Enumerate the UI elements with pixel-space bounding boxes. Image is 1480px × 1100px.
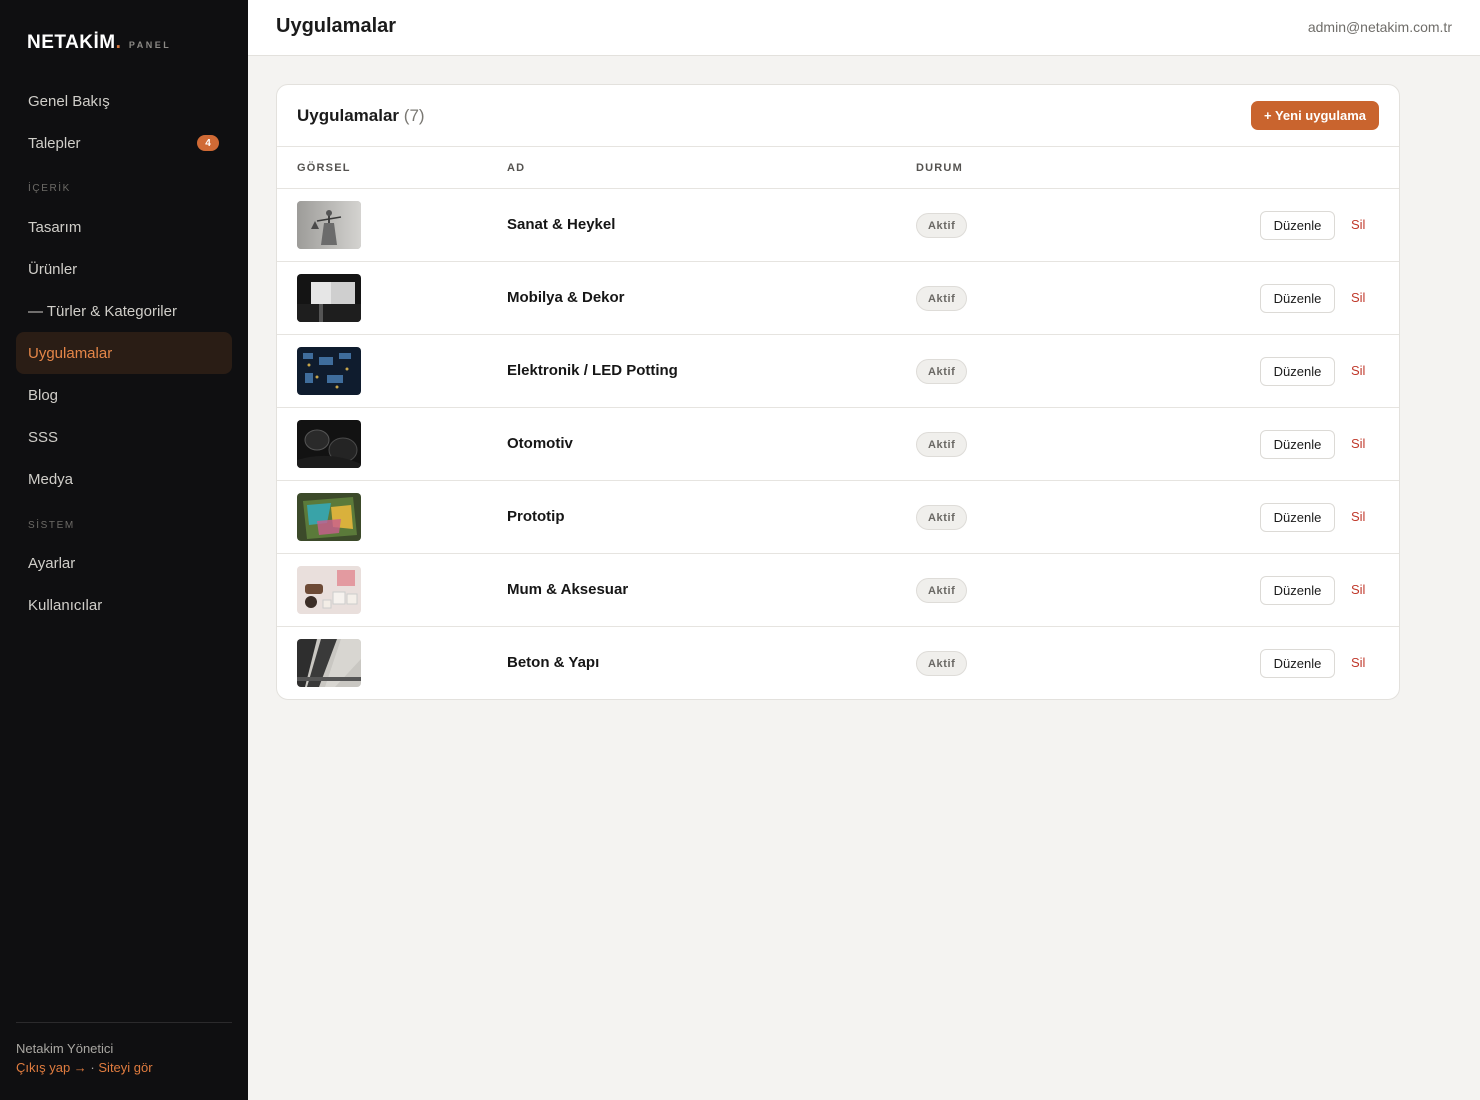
furniture-image bbox=[297, 274, 361, 322]
sidebar-item-label: Blog bbox=[28, 386, 59, 404]
sidebar-item-sss[interactable]: SSS bbox=[16, 416, 232, 458]
edit-button[interactable]: Düzenle bbox=[1260, 430, 1335, 459]
sidebar-item-label: Genel Bakış bbox=[28, 92, 110, 110]
card-title: Uygulamalar (7) bbox=[297, 106, 425, 126]
edit-button[interactable]: Düzenle bbox=[1260, 211, 1335, 240]
card-title-text: Uygulamalar bbox=[297, 106, 400, 125]
sidebar-item-label: Kullanıcılar bbox=[28, 596, 103, 614]
sidebar-item-urunler[interactable]: Ürünler bbox=[16, 248, 232, 290]
circuit-board-image bbox=[297, 347, 361, 395]
sidebar-footer-links: Çıkış yap → · Siteyi gör bbox=[16, 1060, 153, 1075]
application-name: Prototip bbox=[507, 508, 565, 525]
status-badge: Aktif bbox=[916, 578, 968, 603]
status-badge: Aktif bbox=[916, 359, 968, 384]
delete-button[interactable]: Sil bbox=[1351, 582, 1365, 597]
table-row: Otomotiv Aktif Düzenle Sil bbox=[277, 408, 1399, 481]
sidebar-item-kullanicilar[interactable]: Kullanıcılar bbox=[16, 584, 232, 626]
page-title: Uygulamalar bbox=[276, 15, 397, 37]
delete-button[interactable]: Sil bbox=[1351, 363, 1365, 378]
table-row: Prototip Aktif Düzenle Sil bbox=[277, 481, 1399, 554]
application-name: Sanat & Heykel bbox=[507, 216, 616, 233]
application-name: Mum & Aksesuar bbox=[507, 581, 629, 598]
resin-prototype-image bbox=[297, 493, 361, 541]
edit-button[interactable]: Düzenle bbox=[1260, 576, 1335, 605]
view-site-link[interactable]: Siteyi gör bbox=[98, 1060, 152, 1075]
new-application-button[interactable]: + Yeni uygulama bbox=[1250, 101, 1379, 130]
column-header-image: GÖRSEL bbox=[297, 162, 351, 174]
section-label-icerik: İÇERİK bbox=[28, 183, 71, 194]
sidebar-item-talepler[interactable]: Talepler 4 bbox=[16, 122, 232, 164]
sidebar-item-label: Tasarım bbox=[28, 218, 82, 236]
sidebar-item-medya[interactable]: Medya bbox=[16, 458, 232, 500]
sidebar-item-label: Ayarlar bbox=[28, 554, 76, 572]
sidebar-item-tasarim[interactable]: Tasarım bbox=[16, 206, 232, 248]
topbar: Uygulamalar admin@netakim.com.tr bbox=[248, 0, 1480, 56]
sidebar-item-blog[interactable]: Blog bbox=[16, 374, 232, 416]
current-user-name: Netakim Yönetici bbox=[16, 1041, 114, 1056]
delete-button[interactable]: Sil bbox=[1351, 290, 1365, 305]
status-badge: Aktif bbox=[916, 651, 968, 676]
sidebar-divider bbox=[16, 1022, 232, 1023]
sidebar-item-label: — Türler & Kategoriler bbox=[28, 302, 177, 320]
brand-logo[interactable]: NETAKİM. PANEL bbox=[27, 32, 171, 54]
sidebar-item-turler-kategoriler[interactable]: — Türler & Kategoriler bbox=[16, 290, 232, 332]
delete-button[interactable]: Sil bbox=[1351, 436, 1365, 451]
user-email: admin@netakim.com.tr bbox=[1307, 19, 1452, 35]
item-count: (7) bbox=[403, 106, 425, 125]
sidebar-item-genel-bakis[interactable]: Genel Bakış bbox=[16, 80, 232, 122]
brand-subtitle: PANEL bbox=[128, 40, 172, 50]
application-name: Beton & Yapı bbox=[507, 654, 600, 671]
sidebar-item-label: Ürünler bbox=[28, 260, 78, 278]
status-badge: Aktif bbox=[916, 432, 968, 457]
delete-button[interactable]: Sil bbox=[1351, 509, 1365, 524]
edit-button[interactable]: Düzenle bbox=[1260, 649, 1335, 678]
delete-button[interactable]: Sil bbox=[1351, 655, 1365, 670]
sidebar: NETAKİM. PANEL Genel Bakış Talepler 4 İÇ… bbox=[0, 0, 248, 1100]
sidebar-item-uygulamalar[interactable]: Uygulamalar bbox=[16, 332, 232, 374]
status-badge: Aktif bbox=[916, 505, 968, 530]
candle-image bbox=[297, 566, 361, 614]
brand-dot: . bbox=[115, 32, 121, 53]
status-badge: Aktif bbox=[916, 213, 968, 238]
link-separator: · bbox=[90, 1060, 95, 1075]
application-name: Elektronik / LED Potting bbox=[507, 362, 678, 379]
application-name: Mobilya & Dekor bbox=[507, 289, 625, 306]
notification-badge: 4 bbox=[197, 135, 219, 151]
applications-card: Uygulamalar (7) + Yeni uygulama GÖRSEL A… bbox=[276, 84, 1400, 700]
sidebar-item-label: SSS bbox=[28, 428, 59, 446]
car-interior-image bbox=[297, 420, 361, 468]
edit-button[interactable]: Düzenle bbox=[1260, 284, 1335, 313]
table-header: GÖRSEL AD DURUM bbox=[277, 147, 1399, 189]
edit-button[interactable]: Düzenle bbox=[1260, 357, 1335, 386]
table-row: Mum & Aksesuar Aktif Düzenle Sil bbox=[277, 554, 1399, 627]
table-row: Beton & Yapı Aktif Düzenle Sil bbox=[277, 627, 1399, 699]
delete-button[interactable]: Sil bbox=[1351, 217, 1365, 232]
card-header: Uygulamalar (7) + Yeni uygulama bbox=[277, 85, 1399, 147]
section-label-sistem: SİSTEM bbox=[28, 520, 75, 531]
column-header-status: DURUM bbox=[916, 162, 963, 174]
status-badge: Aktif bbox=[916, 286, 968, 311]
table-row: Mobilya & Dekor Aktif Düzenle Sil bbox=[277, 262, 1399, 335]
edit-button[interactable]: Düzenle bbox=[1260, 503, 1335, 532]
column-header-name: AD bbox=[507, 162, 526, 174]
brand-name: NETAKİM bbox=[27, 32, 116, 53]
sidebar-item-label: Talepler bbox=[28, 134, 81, 152]
table-row: Elektronik / LED Potting Aktif Düzenle Sil bbox=[277, 335, 1399, 408]
application-name: Otomotiv bbox=[507, 435, 573, 452]
sidebar-item-ayarlar[interactable]: Ayarlar bbox=[16, 542, 232, 584]
sidebar-item-label: Uygulamalar bbox=[28, 344, 113, 362]
logout-link[interactable]: Çıkış yap → bbox=[16, 1060, 87, 1075]
table-row: Sanat & Heykel Aktif Düzenle Sil bbox=[277, 189, 1399, 262]
concrete-image bbox=[297, 639, 361, 687]
sidebar-item-label: Medya bbox=[28, 470, 74, 488]
statue-image bbox=[297, 201, 361, 249]
